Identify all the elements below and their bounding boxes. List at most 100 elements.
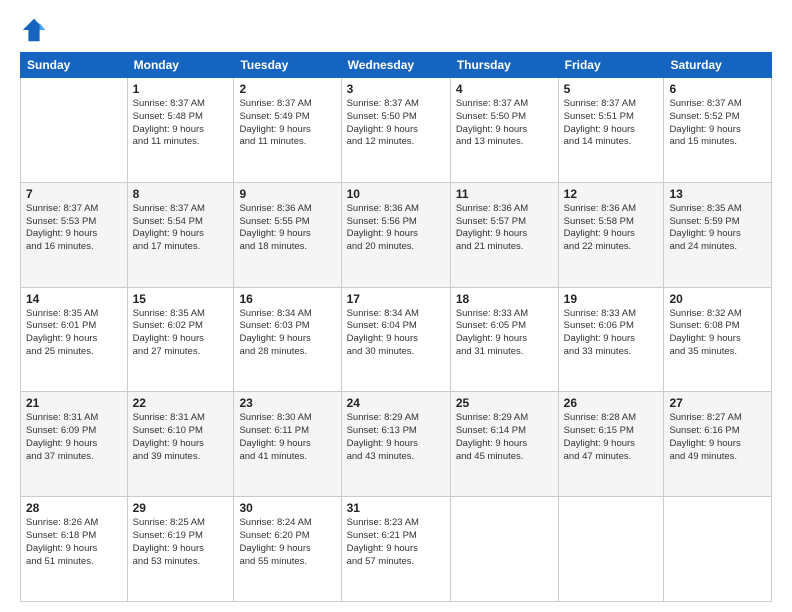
page: SundayMondayTuesdayWednesdayThursdayFrid… [0, 0, 792, 612]
day-info: Sunrise: 8:32 AM Sunset: 6:08 PM Dayligh… [669, 308, 766, 359]
day-cell: 28 Sunrise: 8:26 AM Sunset: 6:18 PM Dayli… [21, 497, 128, 602]
col-header-sunday: Sunday [21, 53, 128, 78]
day-cell: 18 Sunrise: 8:33 AM Sunset: 6:05 PM Dayli… [450, 287, 558, 392]
day-number: 9 [239, 187, 335, 201]
day-info: Sunrise: 8:30 AM Sunset: 6:11 PM Dayligh… [239, 412, 335, 463]
day-cell: 5 Sunrise: 8:37 AM Sunset: 5:51 PM Daylig… [558, 78, 664, 183]
day-cell: 20 Sunrise: 8:32 AM Sunset: 6:08 PM Dayli… [664, 287, 772, 392]
day-cell: 16Sunrise: 8:34 AM Sunset: 6:03 PM Dayli… [234, 287, 341, 392]
day-cell [450, 497, 558, 602]
col-header-thursday: Thursday [450, 53, 558, 78]
day-info: Sunrise: 8:28 AM Sunset: 6:15 PM Dayligh… [564, 412, 659, 463]
day-cell: 15 Sunrise: 8:35 AM Sunset: 6:02 PM Dayli… [127, 287, 234, 392]
col-header-friday: Friday [558, 53, 664, 78]
day-number: 31 [347, 501, 445, 515]
day-info: Sunrise: 8:37 AM Sunset: 5:54 PM Dayligh… [133, 203, 229, 254]
day-number: 8 [133, 187, 229, 201]
day-number: 11 [456, 187, 553, 201]
day-info: Sunrise: 8:27 AM Sunset: 6:16 PM Dayligh… [669, 412, 766, 463]
col-header-saturday: Saturday [664, 53, 772, 78]
day-number: 23 [239, 396, 335, 410]
header-row: SundayMondayTuesdayWednesdayThursdayFrid… [21, 53, 772, 78]
day-number: 22 [133, 396, 229, 410]
col-header-wednesday: Wednesday [341, 53, 450, 78]
day-info: Sunrise: 8:37 AM Sunset: 5:50 PM Dayligh… [347, 98, 445, 149]
day-number: 19 [564, 292, 659, 306]
day-number: 28 [26, 501, 122, 515]
week-row-2: 7 Sunrise: 8:37 AM Sunset: 5:53 PM Daylig… [21, 182, 772, 287]
day-cell: 8 Sunrise: 8:37 AM Sunset: 5:54 PM Daylig… [127, 182, 234, 287]
day-number: 21 [26, 396, 122, 410]
day-info: Sunrise: 8:34 AM Sunset: 6:04 PM Dayligh… [347, 308, 445, 359]
day-cell: 7 Sunrise: 8:37 AM Sunset: 5:53 PM Daylig… [21, 182, 128, 287]
day-info: Sunrise: 8:35 AM Sunset: 5:59 PM Dayligh… [669, 203, 766, 254]
week-row-4: 21 Sunrise: 8:31 AM Sunset: 6:09 PM Dayli… [21, 392, 772, 497]
day-number: 3 [347, 82, 445, 96]
day-cell: 22 Sunrise: 8:31 AM Sunset: 6:10 PM Dayli… [127, 392, 234, 497]
day-info: Sunrise: 8:37 AM Sunset: 5:51 PM Dayligh… [564, 98, 659, 149]
day-info: Sunrise: 8:23 AM Sunset: 6:21 PM Dayligh… [347, 517, 445, 568]
day-number: 29 [133, 501, 229, 515]
day-cell: 27Sunrise: 8:27 AM Sunset: 6:16 PM Dayli… [664, 392, 772, 497]
day-info: Sunrise: 8:35 AM Sunset: 6:01 PM Dayligh… [26, 308, 122, 359]
day-info: Sunrise: 8:26 AM Sunset: 6:18 PM Dayligh… [26, 517, 122, 568]
day-cell: 1Sunrise: 8:37 AM Sunset: 5:48 PM Daylig… [127, 78, 234, 183]
col-header-tuesday: Tuesday [234, 53, 341, 78]
day-cell: 3 Sunrise: 8:37 AM Sunset: 5:50 PM Daylig… [341, 78, 450, 183]
day-cell: 24 Sunrise: 8:29 AM Sunset: 6:13 PM Dayli… [341, 392, 450, 497]
day-number: 20 [669, 292, 766, 306]
day-cell [664, 497, 772, 602]
day-cell: 21 Sunrise: 8:31 AM Sunset: 6:09 PM Dayli… [21, 392, 128, 497]
day-number: 18 [456, 292, 553, 306]
day-info: Sunrise: 8:37 AM Sunset: 5:52 PM Dayligh… [669, 98, 766, 149]
day-cell: 19 Sunrise: 8:33 AM Sunset: 6:06 PM Dayli… [558, 287, 664, 392]
day-cell: 12Sunrise: 8:36 AM Sunset: 5:58 PM Dayli… [558, 182, 664, 287]
day-number: 2 [239, 82, 335, 96]
day-info: Sunrise: 8:33 AM Sunset: 6:06 PM Dayligh… [564, 308, 659, 359]
day-info: Sunrise: 8:37 AM Sunset: 5:53 PM Dayligh… [26, 203, 122, 254]
day-info: Sunrise: 8:36 AM Sunset: 5:55 PM Dayligh… [239, 203, 335, 254]
day-cell: 2 Sunrise: 8:37 AM Sunset: 5:49 PM Daylig… [234, 78, 341, 183]
day-cell: 30 Sunrise: 8:24 AM Sunset: 6:20 PM Dayli… [234, 497, 341, 602]
day-info: Sunrise: 8:36 AM Sunset: 5:58 PM Dayligh… [564, 203, 659, 254]
day-cell: 10Sunrise: 8:36 AM Sunset: 5:56 PM Dayli… [341, 182, 450, 287]
day-cell [558, 497, 664, 602]
day-number: 17 [347, 292, 445, 306]
day-number: 25 [456, 396, 553, 410]
day-number: 24 [347, 396, 445, 410]
day-info: Sunrise: 8:24 AM Sunset: 6:20 PM Dayligh… [239, 517, 335, 568]
day-number: 15 [133, 292, 229, 306]
day-info: Sunrise: 8:37 AM Sunset: 5:48 PM Dayligh… [133, 98, 229, 149]
day-cell: 25 Sunrise: 8:29 AM Sunset: 6:14 PM Dayli… [450, 392, 558, 497]
day-info: Sunrise: 8:35 AM Sunset: 6:02 PM Dayligh… [133, 308, 229, 359]
day-cell: 9 Sunrise: 8:36 AM Sunset: 5:55 PM Daylig… [234, 182, 341, 287]
day-cell: 17 Sunrise: 8:34 AM Sunset: 6:04 PM Dayli… [341, 287, 450, 392]
day-cell: 4Sunrise: 8:37 AM Sunset: 5:50 PM Daylig… [450, 78, 558, 183]
day-cell: 14Sunrise: 8:35 AM Sunset: 6:01 PM Dayli… [21, 287, 128, 392]
day-info: Sunrise: 8:31 AM Sunset: 6:10 PM Dayligh… [133, 412, 229, 463]
day-info: Sunrise: 8:34 AM Sunset: 6:03 PM Dayligh… [239, 308, 335, 359]
day-info: Sunrise: 8:33 AM Sunset: 6:05 PM Dayligh… [456, 308, 553, 359]
day-number: 10 [347, 187, 445, 201]
day-info: Sunrise: 8:37 AM Sunset: 5:49 PM Dayligh… [239, 98, 335, 149]
day-number: 13 [669, 187, 766, 201]
day-cell: 29Sunrise: 8:25 AM Sunset: 6:19 PM Dayli… [127, 497, 234, 602]
day-info: Sunrise: 8:31 AM Sunset: 6:09 PM Dayligh… [26, 412, 122, 463]
day-cell: 13 Sunrise: 8:35 AM Sunset: 5:59 PM Dayli… [664, 182, 772, 287]
day-number: 6 [669, 82, 766, 96]
day-cell: 23 Sunrise: 8:30 AM Sunset: 6:11 PM Dayli… [234, 392, 341, 497]
day-number: 7 [26, 187, 122, 201]
day-number: 30 [239, 501, 335, 515]
day-info: Sunrise: 8:29 AM Sunset: 6:14 PM Dayligh… [456, 412, 553, 463]
day-number: 5 [564, 82, 659, 96]
day-cell: 11Sunrise: 8:36 AM Sunset: 5:57 PM Dayli… [450, 182, 558, 287]
calendar-table: SundayMondayTuesdayWednesdayThursdayFrid… [20, 52, 772, 602]
week-row-3: 14Sunrise: 8:35 AM Sunset: 6:01 PM Dayli… [21, 287, 772, 392]
day-info: Sunrise: 8:29 AM Sunset: 6:13 PM Dayligh… [347, 412, 445, 463]
day-cell: 6 Sunrise: 8:37 AM Sunset: 5:52 PM Daylig… [664, 78, 772, 183]
day-number: 26 [564, 396, 659, 410]
logo [20, 16, 52, 44]
day-cell: 26 Sunrise: 8:28 AM Sunset: 6:15 PM Dayli… [558, 392, 664, 497]
header [20, 16, 772, 44]
logo-icon [20, 16, 48, 44]
